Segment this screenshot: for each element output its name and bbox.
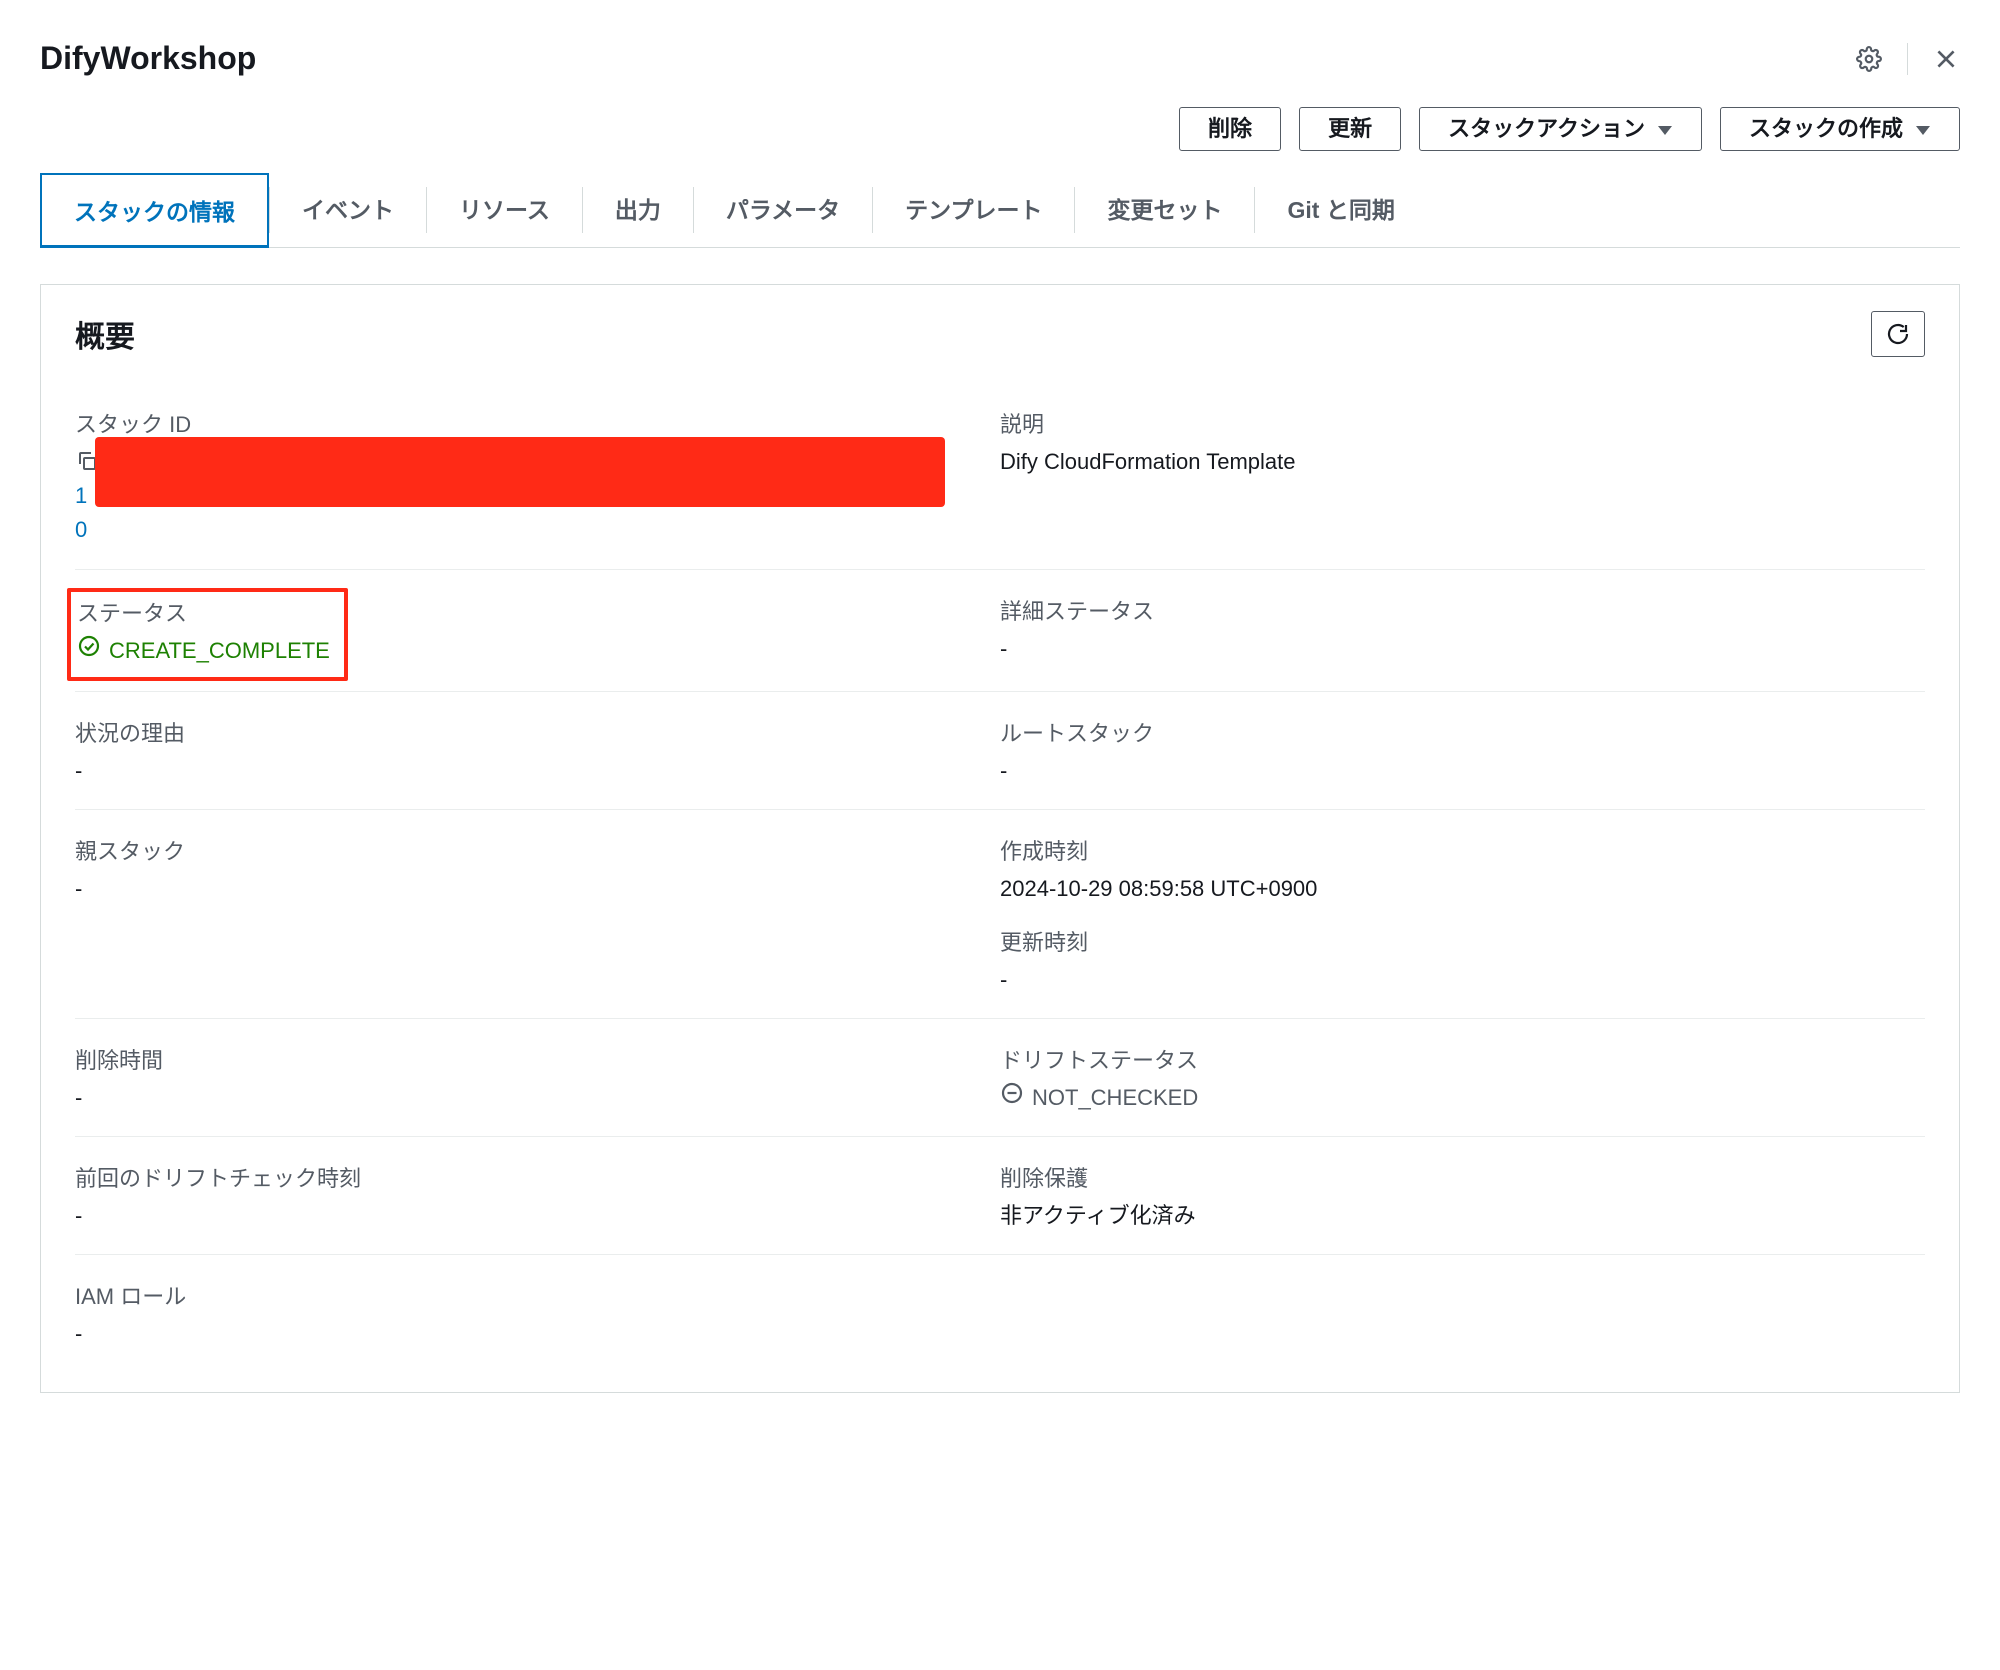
close-icon[interactable] <box>1932 45 1960 73</box>
field-label: 削除時間 <box>75 1043 976 1075</box>
field-last-drift-check: 前回のドリフトチェック時刻 - <box>75 1161 1000 1232</box>
panel-title: 概要 <box>75 312 135 356</box>
field-value: - <box>75 872 976 905</box>
field-value: - <box>75 1317 976 1350</box>
page-header: DifyWorkshop <box>40 30 1960 107</box>
panel-header: 概要 <box>41 285 1959 383</box>
stack-actions-label: スタックアクション <box>1448 118 1645 140</box>
overview-row: 親スタック - 作成時刻 2024-10-29 08:59:58 UTC+090… <box>75 809 1925 1018</box>
tab-outputs[interactable]: 出力 <box>583 173 693 247</box>
field-root-stack: ルートスタック - <box>1000 716 1925 787</box>
field-label: 詳細ステータス <box>1000 594 1901 626</box>
field-value: 非アクティブ化済み <box>1000 1199 1901 1232</box>
overview-row: 削除時間 - ドリフトステータス NOT_CHECKED <box>75 1018 1925 1136</box>
minus-circle-icon <box>1000 1081 1024 1114</box>
field-description: 説明 Dify CloudFormation Template <box>1000 407 1925 547</box>
overview-row: 前回のドリフトチェック時刻 - 削除保護 非アクティブ化済み <box>75 1136 1925 1254</box>
field-label: スタック ID <box>75 407 976 439</box>
redaction-overlay <box>95 437 945 507</box>
stack-title: DifyWorkshop <box>40 40 256 77</box>
overview-row: ステータス CREATE_COMPLETE <box>75 569 1925 691</box>
tabs: スタックの情報 イベント リソース 出力 パラメータ テンプレート 変更セット … <box>40 173 1960 248</box>
field-value: - <box>1000 963 1901 996</box>
field-label: 状況の理由 <box>75 716 976 748</box>
update-button[interactable]: 更新 <box>1299 107 1401 151</box>
field-created-updated: 作成時刻 2024-10-29 08:59:58 UTC+0900 更新時刻 - <box>1000 834 1925 996</box>
tab-git-sync[interactable]: Git と同期 <box>1255 173 1426 247</box>
caret-down-icon <box>1657 118 1673 140</box>
status-highlight-box: ステータス CREATE_COMPLETE <box>67 588 348 681</box>
tab-resources[interactable]: リソース <box>427 173 582 247</box>
field-label: 削除保護 <box>1000 1161 1901 1193</box>
action-buttons: 削除 更新 スタックアクション スタックの作成 <box>40 107 1960 173</box>
check-circle-icon <box>77 634 101 667</box>
field-label: 更新時刻 <box>1000 925 1901 957</box>
delete-button[interactable]: 削除 <box>1179 107 1281 151</box>
field-label: ドリフトステータス <box>1000 1043 1901 1075</box>
settings-icon[interactable] <box>1855 45 1883 73</box>
field-label: ステータス <box>77 596 330 628</box>
tab-stack-info[interactable]: スタックの情報 <box>40 173 269 248</box>
field-status: ステータス CREATE_COMPLETE <box>75 594 1000 669</box>
field-value: 2024-10-29 08:59:58 UTC+0900 <box>1000 872 1901 905</box>
create-stack-button[interactable]: スタックの作成 <box>1720 107 1960 151</box>
tab-change-sets[interactable]: 変更セット <box>1075 173 1254 247</box>
field-detailed-status: 詳細ステータス - <box>1000 594 1925 669</box>
field-label: ルートスタック <box>1000 716 1901 748</box>
overview-row: IAM ロール - <box>75 1254 1925 1372</box>
field-deleted-time: 削除時間 - <box>75 1043 1000 1114</box>
field-value: - <box>75 754 976 787</box>
refresh-button[interactable] <box>1871 311 1925 357</box>
field-value: - <box>1000 632 1901 665</box>
field-label: IAM ロール <box>75 1279 976 1311</box>
header-actions <box>1855 43 1960 75</box>
drift-status-badge: NOT_CHECKED <box>1000 1081 1198 1114</box>
field-value: - <box>75 1199 976 1232</box>
field-drift-status: ドリフトステータス NOT_CHECKED <box>1000 1043 1925 1114</box>
field-label: 前回のドリフトチェック時刻 <box>75 1161 976 1193</box>
divider <box>1907 43 1908 75</box>
field-status-reason: 状況の理由 - <box>75 716 1000 787</box>
overview-row: スタック ID arn:aws:cloudformation:ap-northe… <box>75 383 1925 569</box>
overview-panel: 概要 スタック ID <box>40 284 1960 1393</box>
stack-actions-button[interactable]: スタックアクション <box>1419 107 1702 151</box>
create-stack-label: スタックの作成 <box>1749 118 1903 140</box>
field-label: 説明 <box>1000 407 1901 439</box>
status-badge: CREATE_COMPLETE <box>77 634 330 667</box>
field-parent-stack: 親スタック - <box>75 834 1000 996</box>
page-root: DifyWorkshop 削除 更新 スタックアクション <box>0 0 2000 1433</box>
field-label: 作成時刻 <box>1000 834 1901 866</box>
caret-down-icon <box>1915 118 1931 140</box>
field-stack-id: スタック ID arn:aws:cloudformation:ap-northe… <box>75 407 1000 547</box>
tab-template[interactable]: テンプレート <box>873 173 1074 247</box>
tab-events[interactable]: イベント <box>270 173 426 247</box>
field-value: - <box>75 1081 976 1114</box>
arn-text: 0 <box>75 513 976 547</box>
field-empty <box>1000 1279 1925 1350</box>
field-iam-role: IAM ロール - <box>75 1279 1000 1350</box>
field-label: 親スタック <box>75 834 976 866</box>
status-text: CREATE_COMPLETE <box>109 634 330 667</box>
overview-row: 状況の理由 - ルートスタック - <box>75 691 1925 809</box>
overview-grid: スタック ID arn:aws:cloudformation:ap-northe… <box>41 383 1959 1392</box>
field-value: - <box>1000 754 1901 787</box>
tab-parameters[interactable]: パラメータ <box>694 173 872 247</box>
drift-status-text: NOT_CHECKED <box>1032 1081 1198 1114</box>
field-value: Dify CloudFormation Template <box>1000 445 1901 478</box>
field-deletion-protection: 削除保護 非アクティブ化済み <box>1000 1161 1925 1232</box>
